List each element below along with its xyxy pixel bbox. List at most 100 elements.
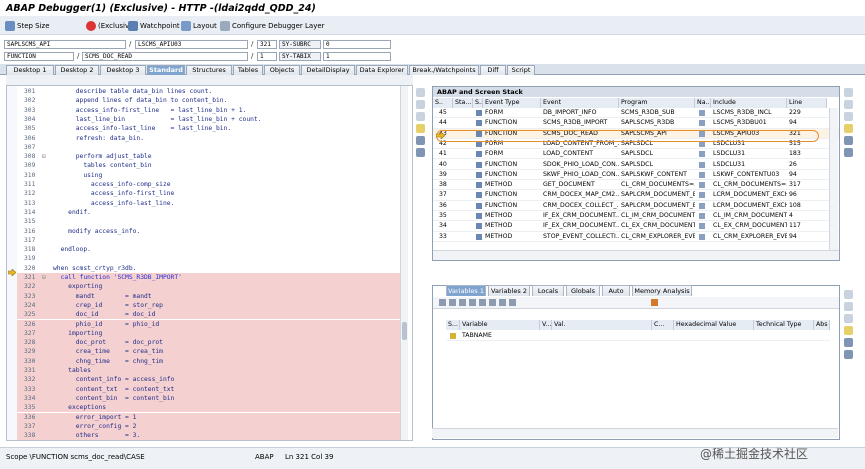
fold-marker-icon[interactable]: ⊟ bbox=[42, 152, 50, 161]
code-line[interactable]: 327 importing bbox=[7, 328, 405, 339]
column-header[interactable]: Technical Type bbox=[754, 320, 814, 330]
configure-layer-button[interactable]: Configure Debugger Layer bbox=[220, 19, 325, 32]
fold-marker-icon[interactable]: ⊟ bbox=[42, 440, 50, 441]
variable-name[interactable]: TABNAME bbox=[462, 331, 492, 341]
navigate-icon[interactable] bbox=[699, 182, 705, 189]
headset-icon[interactable] bbox=[844, 338, 853, 347]
navigate-icon[interactable] bbox=[699, 151, 705, 158]
tools-icon[interactable] bbox=[416, 148, 425, 157]
tab-desktop-1[interactable]: Desktop 1 bbox=[6, 65, 54, 75]
code-line[interactable]: 307 bbox=[7, 143, 405, 152]
stack-horizontal-scrollbar[interactable] bbox=[433, 250, 839, 260]
fullscreen-icon[interactable] bbox=[844, 290, 853, 299]
fullscreen-icon[interactable] bbox=[844, 88, 853, 97]
sysubrc-value[interactable]: 0 bbox=[323, 40, 391, 49]
program-field[interactable]: SAPLSCMS_API bbox=[4, 40, 126, 49]
code-line[interactable]: 317 bbox=[7, 236, 405, 245]
code-line[interactable]: 309 tables content_bin bbox=[7, 161, 405, 170]
layout-button[interactable]: Layout bbox=[181, 19, 217, 32]
code-line[interactable]: 335 exceptions bbox=[7, 403, 405, 413]
code-line[interactable]: 314 endif. bbox=[7, 208, 405, 217]
line-field[interactable]: 321 bbox=[257, 40, 277, 49]
key-icon[interactable] bbox=[844, 326, 853, 335]
code-line[interactable]: 336 error_import = 1 bbox=[7, 412, 405, 422]
fullscreen-icon[interactable] bbox=[416, 88, 425, 97]
column-header[interactable]: S.. bbox=[433, 98, 453, 108]
code-line[interactable]: 311 access_info-comp_size bbox=[7, 180, 405, 189]
column-header[interactable]: Include bbox=[711, 98, 787, 108]
table-row[interactable]: 34 METHOD IF_EX_CRM_DOCUMENT... CL_EX_CRM_D… bbox=[433, 221, 839, 232]
code-line[interactable]: 326 phio_id = phio_id bbox=[7, 319, 405, 329]
table-row[interactable]: 36 FUNCTION CRM_DOCEX_COLLECT_... SAPLCRM_D… bbox=[433, 201, 839, 211]
split-icon[interactable] bbox=[416, 112, 425, 121]
table-row[interactable]: 45 FORM DB_IMPORT_INFO SCMS_R3DB_SUB LSCMS_R… bbox=[433, 108, 839, 119]
column-header[interactable]: Event bbox=[541, 98, 619, 108]
table-row[interactable]: 35 METHOD IF_EX_CRM_DOCUMENT... CL_IM_CRM_D… bbox=[433, 211, 839, 222]
tab-structures[interactable]: Structures bbox=[186, 65, 232, 75]
code-line[interactable]: 303 access_info-first_line = last_line_b… bbox=[7, 106, 405, 115]
table-row[interactable]: 40 FUNCTION SDOK_PHIO_LOAD_CON... SAPLSDCL L… bbox=[433, 160, 839, 170]
code-line[interactable]: 323 mandt = mandt bbox=[7, 291, 405, 301]
tab-script[interactable]: Script bbox=[507, 65, 535, 75]
code-line[interactable]: 312 access_info-first_line bbox=[7, 189, 405, 198]
code-line[interactable]: 316 modify access_info. bbox=[7, 227, 405, 236]
column-header[interactable]: S... bbox=[446, 320, 460, 330]
breakpoint-gutter[interactable] bbox=[7, 86, 17, 440]
code-line[interactable]: 331 tables bbox=[7, 366, 405, 376]
code-line[interactable]: 319 bbox=[7, 254, 405, 263]
tab-data-explorer[interactable]: Data Explorer bbox=[356, 65, 408, 75]
code-line[interactable]: 333 content_txt = content_txt bbox=[7, 384, 405, 394]
step-size-button[interactable]: Step Size bbox=[5, 19, 50, 32]
tab-standard[interactable]: Standard bbox=[147, 65, 185, 75]
navigate-icon[interactable] bbox=[699, 223, 705, 230]
table-row[interactable]: 38 METHOD GET_DOCUMENT CL_CRM_DOCUMENTS=...… bbox=[433, 180, 839, 191]
swap-icon[interactable] bbox=[844, 100, 853, 109]
code-line[interactable]: 330 chng_time = chng_tim bbox=[7, 356, 405, 366]
table-row[interactable]: TABNAME bbox=[446, 331, 830, 341]
column-header[interactable]: S... bbox=[473, 98, 483, 108]
code-line[interactable]: 334 content_bin = content_bin bbox=[7, 393, 405, 404]
tabix-value[interactable]: 1 bbox=[323, 52, 391, 61]
code-line[interactable]: 301 describe table data_bin lines count. bbox=[7, 87, 405, 96]
key-icon[interactable] bbox=[844, 124, 853, 133]
column-header[interactable]: Program bbox=[619, 98, 695, 108]
code-line[interactable]: 338 others = 3. bbox=[7, 431, 405, 440]
column-header[interactable]: Abs bbox=[814, 320, 830, 330]
code-line[interactable]: 304 last_line_bin = last_line_bin + coun… bbox=[7, 115, 405, 124]
table-row[interactable]: 39 FUNCTION SKWF_PHIO_LOAD_CON... SAPLSKWF_… bbox=[433, 170, 839, 181]
tab-desktop-2[interactable]: Desktop 2 bbox=[55, 65, 99, 75]
event-type-field[interactable]: FUNCTION bbox=[4, 52, 74, 61]
code-line[interactable]: 318 endloop. bbox=[7, 245, 405, 254]
code-line[interactable]: 321 ⊟ call function 'SCMS_R3DB_IMPORT' bbox=[7, 273, 405, 283]
column-header[interactable]: Val. bbox=[552, 320, 652, 330]
code-line[interactable]: 320 when scmst_crtyp_r3db. bbox=[7, 264, 405, 273]
column-header[interactable]: Event Type bbox=[483, 98, 541, 108]
column-header[interactable]: V... bbox=[540, 320, 552, 330]
code-line[interactable]: 302 append lines of data_bin to content_… bbox=[7, 96, 405, 105]
tab-objects[interactable]: Objects bbox=[264, 65, 300, 75]
watchpoint-button[interactable]: Watchpoint bbox=[128, 19, 180, 32]
code-line[interactable]: 313 access_info-last_line. bbox=[7, 199, 405, 208]
code-line[interactable]: 329 crea_time = crea_tim bbox=[7, 347, 405, 357]
column-header[interactable]: Na... bbox=[695, 98, 711, 108]
column-header[interactable]: Variable bbox=[460, 320, 540, 330]
swap-icon[interactable] bbox=[416, 100, 425, 109]
event-field[interactable]: SCMS_DOC_READ bbox=[82, 52, 248, 61]
code-line[interactable]: 337 error_config = 2 bbox=[7, 421, 405, 432]
column-header[interactable]: Hexadecimal Value bbox=[674, 320, 754, 330]
navigate-icon[interactable] bbox=[699, 233, 705, 240]
column-header[interactable]: C... bbox=[652, 320, 674, 330]
tab-tables[interactable]: Tables bbox=[233, 65, 263, 75]
code-line[interactable]: 310 using bbox=[7, 171, 405, 180]
swap-icon[interactable] bbox=[844, 302, 853, 311]
code-line[interactable]: 332 content_info = access_info bbox=[7, 375, 405, 385]
table-row[interactable]: 44 FUNCTION SCMS_R3DB_IMPORT SAPLSCMS_R3DB L… bbox=[433, 118, 839, 129]
code-line[interactable]: 315 bbox=[7, 217, 405, 226]
code-line[interactable]: 308 ⊟ perform adjust_table bbox=[7, 152, 405, 161]
tab-breakpoints[interactable]: Break./Watchpoints bbox=[409, 65, 479, 75]
stack-vertical-scrollbar[interactable] bbox=[829, 108, 838, 250]
tab-diff[interactable]: Diff bbox=[480, 65, 506, 75]
code-line[interactable]: 306 refresh: data_bin. bbox=[7, 134, 405, 143]
split-icon[interactable] bbox=[844, 112, 853, 121]
headset-icon[interactable] bbox=[416, 136, 425, 145]
